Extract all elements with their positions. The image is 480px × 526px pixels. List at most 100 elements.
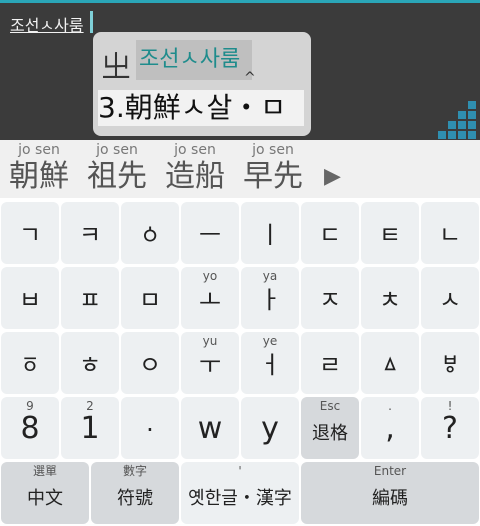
key[interactable]: ㅇ [121,332,179,394]
key[interactable]: yo ㅗ [181,267,239,329]
key[interactable]: ㄷ [301,202,359,264]
enter-button[interactable]: Enter 編碼 [301,462,479,524]
key-y[interactable]: y [241,397,299,459]
key-label: ㅡ [198,221,222,249]
key[interactable]: ㅍ [61,267,119,329]
key-label: ㄴ [438,221,462,249]
key[interactable]: ya ㅏ [241,267,299,329]
suggestion-item[interactable]: jo sen 祖先 [84,140,150,194]
text-cursor [90,11,93,33]
key-label: ㅿ [378,351,402,379]
caret-marker: ^ [244,70,256,86]
key-label: ㅅ [438,286,462,314]
key-label: 1 [80,411,100,446]
text-editor[interactable]: 조선ㅅ사룸 㞢 조선ㅅ사룸 ^ 3.朝鮮ㅅ살・ㅁ [0,3,480,140]
key-hint: Enter [373,464,407,478]
space-bar[interactable]: ' 옛한글・漢字 [181,462,299,524]
key[interactable]: ㅡ [181,202,239,264]
key-label: ㅗ [198,286,222,314]
key[interactable]: ㅂ [1,267,59,329]
key[interactable]: ㅌ [361,202,419,264]
key-label: · [146,416,154,444]
key-hint: ya [262,269,278,283]
key[interactable]: ㄴ [421,202,479,264]
key[interactable]: ㅊ [361,267,419,329]
key[interactable]: ㅁ [121,267,179,329]
key[interactable]: ㅸ [421,332,479,394]
key-label: ㅌ [378,221,402,249]
key-label: ㅈ [318,286,342,314]
key-label: ㅁ [138,286,162,314]
suggestion-reading: jo sen [252,142,294,158]
key-hint: ye [262,334,278,348]
key-label: y [261,411,279,446]
key-label: 8 [20,411,40,446]
suggestion-bar: jo sen 朝鮮 jo sen 祖先 jo sen 造船 jo sen 早先 … [0,140,480,198]
key-label: ? [442,411,458,446]
key-label: ㅂ [18,286,42,314]
key-label: ㅸ [438,351,462,379]
key[interactable]: ㅅ [421,267,479,329]
key-digit[interactable]: 98 [1,397,59,459]
key-label: 中文 [27,488,63,509]
key-label: , [385,411,395,446]
suggestion-reading: jo sen [174,142,216,158]
radical-glyph: 㞢 [101,50,131,85]
key-w[interactable]: w [181,397,239,459]
key-hint: yu [202,334,218,348]
key-digit[interactable]: 21 [61,397,119,459]
key[interactable]: ㅈ [301,267,359,329]
key-label: ㅓ [258,351,282,379]
key-question[interactable]: !? [421,397,479,459]
key[interactable]: ㅎ [61,332,119,394]
key-label: ㅎ [78,351,102,379]
key[interactable]: ㅿ [361,332,419,394]
suggestion-word: 早先 [243,159,303,194]
suggestion-item[interactable]: jo sen 造船 [162,140,228,194]
key-label: w [197,411,223,446]
symbols-button[interactable]: 數字 符號 [91,462,179,524]
key-label: 옛한글・漢字 [188,488,292,509]
suggestion-reading: jo sen [96,142,138,158]
key[interactable]: ㅣ [241,202,299,264]
key-label: 符號 [117,488,153,509]
key-label: ㅊ [378,286,402,314]
key-hint: Esc [319,399,341,413]
key[interactable]: ㆆ [1,332,59,394]
composition-popup: 㞢 조선ㅅ사룸 ^ 3.朝鮮ㅅ살・ㅁ [93,32,311,136]
key-comma[interactable]: ., [361,397,419,459]
key-label: ㄹ [318,351,342,379]
composition-reading: 조선ㅅ사룸 [136,40,252,80]
backspace-button[interactable]: Esc 退格 [301,397,359,459]
key-label: ㆁ [138,221,162,249]
chinese-mode-button[interactable]: 選單 中文 [1,462,89,524]
suggestion-word: 祖先 [87,159,147,194]
key[interactable]: ㅋ [61,202,119,264]
suggestion-item[interactable]: jo sen 早先 [240,140,306,194]
key-label: ㅣ [258,221,282,249]
key-label: ㅍ [78,286,102,314]
suggestion-word: 造船 [165,159,225,194]
key-label: 編碼 [372,488,408,509]
key-hint: ' [238,464,242,478]
key-middle-dot[interactable]: · [121,397,179,459]
key-label: 退格 [312,423,348,444]
key-hint: yo [202,269,218,283]
key-label: ㅏ [258,286,282,314]
key-label: ㅋ [78,221,102,249]
key-label: ㅇ [138,351,162,379]
key[interactable]: yu ㅜ [181,332,239,394]
key-hint: 選單 [32,464,57,478]
staircase-grid-icon[interactable] [438,101,478,141]
suggestion-item[interactable]: jo sen 朝鮮 [6,140,72,194]
key-hint: 數字 [122,464,147,478]
key-label: ㄱ [18,221,42,249]
key[interactable]: ㄱ [1,202,59,264]
key[interactable]: ㄹ [301,332,359,394]
key[interactable]: ye ㅓ [241,332,299,394]
candidate-preview[interactable]: 3.朝鮮ㅅ살・ㅁ [98,90,304,126]
more-suggestions-icon[interactable]: ▶ [324,164,341,189]
key-label: ㄷ [318,221,342,249]
key[interactable]: ㆁ [121,202,179,264]
suggestion-word: 朝鮮 [9,159,69,194]
